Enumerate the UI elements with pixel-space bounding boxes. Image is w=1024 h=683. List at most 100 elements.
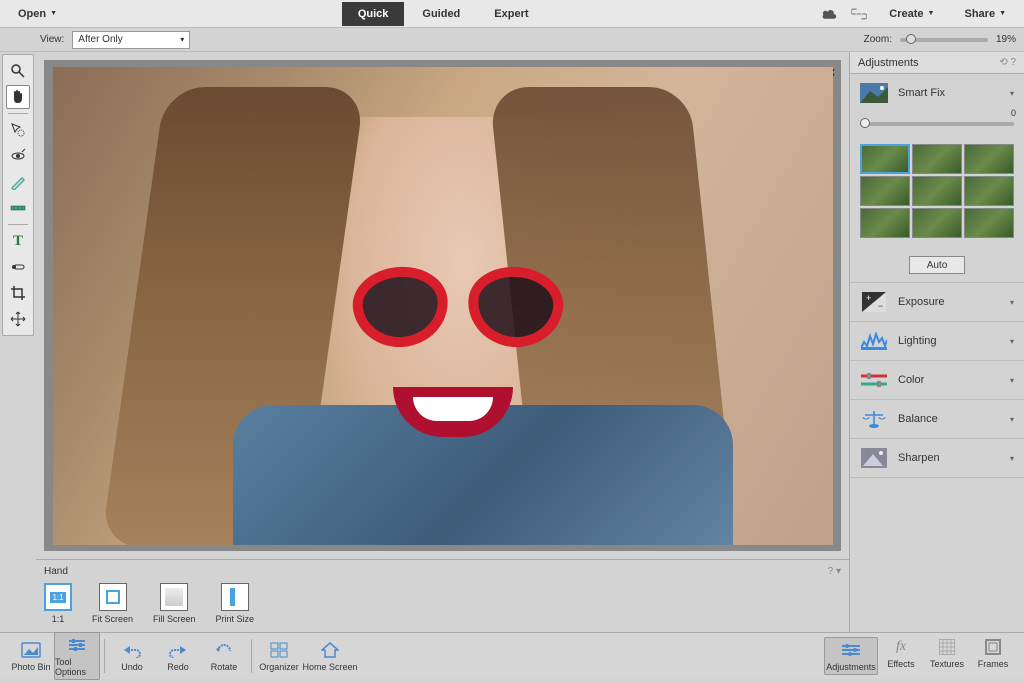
mode-quick[interactable]: Quick [342,2,405,26]
spot-healing-tool[interactable] [6,255,30,279]
share-menu[interactable]: Share ▼ [956,4,1014,24]
one-to-one-label: 1:1 [52,614,65,624]
sharpen-icon [860,447,888,469]
zoom-slider[interactable] [900,38,988,42]
view-select[interactable]: After Only ▾ [72,31,190,49]
crop-tool[interactable] [6,281,30,305]
adjustments-title: Adjustments [858,57,919,69]
preset-thumbnail[interactable] [860,144,910,174]
fill-screen-icon [165,588,183,606]
cloud-icon[interactable] [821,8,837,20]
straighten-tool[interactable] [6,196,30,220]
fit-screen-button[interactable] [99,583,127,611]
adjustments-panel: Adjustments ⟲ ? Smart Fix ▾ 0 [849,52,1024,632]
chevron-right-icon: ▾ [1010,298,1014,307]
separator [251,639,252,673]
adjustments-icon [841,640,861,660]
rotate-label: Rotate [211,662,238,672]
open-label: Open [18,8,46,20]
top-menu-bar: Open ▼ Quick Guided Expert Create ▼ Shar… [0,0,1024,28]
lighting-item[interactable]: Lighting ▾ [850,322,1024,361]
preset-thumbnail[interactable] [964,208,1014,238]
dropdown-caret-icon: ▼ [928,10,935,17]
eye-tool[interactable] [6,144,30,168]
quick-selection-tool[interactable] [6,118,30,142]
preset-thumbnail[interactable] [860,208,910,238]
zoom-tool[interactable] [6,59,30,83]
adjustments-button[interactable]: Adjustments [824,637,878,675]
smart-fix-panel[interactable]: Smart Fix ▾ 0 Auto [850,74,1024,283]
fit-screen-icon [106,590,120,604]
undo-button[interactable]: Undo [109,640,155,672]
preset-thumbnail[interactable] [912,208,962,238]
create-label: Create [889,8,923,20]
color-item[interactable]: Color ▾ [850,361,1024,400]
balance-item[interactable]: Balance ▾ [850,400,1024,439]
mode-expert[interactable]: Expert [478,2,544,26]
slider-thumb-icon[interactable] [906,34,916,44]
organizer-button[interactable]: Organizer [256,640,302,672]
left-toolbar: T [2,54,34,336]
mode-guided[interactable]: Guided [406,2,476,26]
balance-icon [860,408,888,430]
photo-bin-button[interactable]: Photo Bin [8,640,54,672]
type-tool[interactable]: T [6,229,30,253]
tool-options-button[interactable]: Tool Options [54,632,100,680]
balance-label: Balance [898,413,1000,425]
move-tool[interactable] [6,307,30,331]
one-to-one-button[interactable]: 1:1 [44,583,72,611]
textures-button[interactable]: Textures [924,637,970,675]
separator [8,224,28,225]
preset-thumbnail[interactable] [912,144,962,174]
photo-canvas[interactable] [53,67,833,545]
rotate-icon [214,640,234,660]
preset-thumbnail[interactable] [964,144,1014,174]
smart-fix-slider[interactable]: 0 [860,122,1014,126]
undo-label: Undo [121,662,143,672]
bottom-bar: Photo Bin Tool Options Undo Redo Rotate … [0,632,1024,679]
canvas-wrapper: × [44,60,841,551]
fill-screen-button[interactable] [160,583,188,611]
create-menu[interactable]: Create ▼ [881,4,942,24]
slider-value: 0 [1011,108,1016,118]
zoom-value: 19% [996,34,1016,45]
frames-button[interactable]: Frames [970,637,1016,675]
lighting-label: Lighting [898,335,1000,347]
color-label: Color [898,374,1000,386]
home-screen-button[interactable]: Home Screen [302,640,358,672]
exposure-item[interactable]: +− Exposure ▾ [850,283,1024,322]
slider-thumb-icon[interactable] [860,118,870,128]
undo-icon [122,640,142,660]
adjustments-label: Adjustments [826,662,876,672]
auto-button[interactable]: Auto [909,256,965,274]
tool-options-label: Tool Options [55,657,99,677]
whiten-teeth-tool[interactable] [6,170,30,194]
link-icon[interactable] [851,8,867,20]
open-menu[interactable]: Open ▼ [10,4,65,24]
chevron-right-icon: ▾ [1010,415,1014,424]
svg-text:+: + [866,293,871,303]
home-icon [320,640,340,660]
chevron-right-icon: ▾ [1010,454,1014,463]
smart-fix-presets [860,144,1014,238]
print-size-button[interactable] [221,583,249,611]
sharpen-label: Sharpen [898,452,1000,464]
textures-icon [937,637,957,657]
redo-button[interactable]: Redo [155,640,201,672]
effects-icon: fx [891,637,911,657]
fill-screen-label: Fill Screen [153,614,196,624]
preset-thumbnail[interactable] [912,176,962,206]
rotate-button[interactable]: Rotate [201,640,247,672]
effects-button[interactable]: fx Effects [878,637,924,675]
panel-icons[interactable]: ⟲ ? [999,57,1016,68]
dropdown-caret-icon: ▼ [50,10,57,17]
preset-thumbnail[interactable] [964,176,1014,206]
hand-tool[interactable] [6,85,30,109]
canvas-area: × Hand ? ▾ 1:1 1:1 Fit Scr [36,52,849,632]
dropdown-caret-icon: ▾ [180,35,184,44]
separator [104,639,105,673]
help-icon[interactable]: ? ▾ [828,566,841,577]
sharpen-item[interactable]: Sharpen ▾ [850,439,1024,478]
preset-thumbnail[interactable] [860,176,910,206]
smart-fix-label: Smart Fix [898,87,1000,99]
